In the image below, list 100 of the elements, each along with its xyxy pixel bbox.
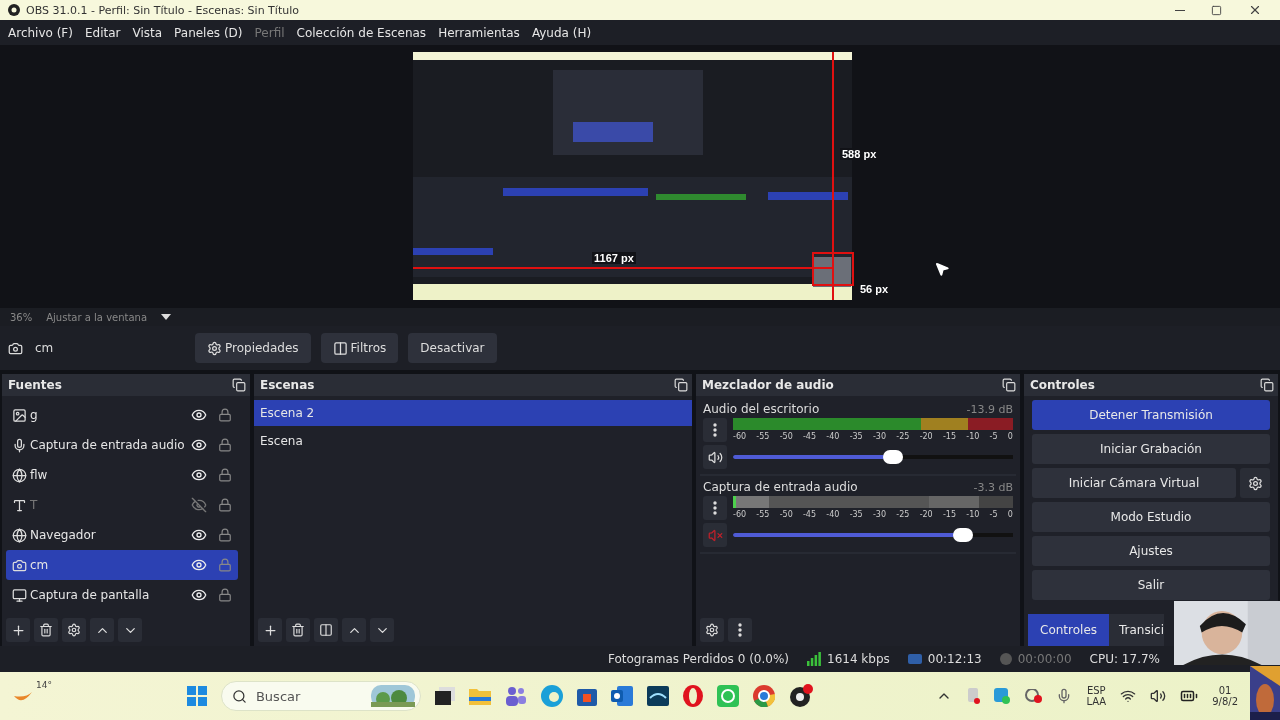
tray-app-icon[interactable] (1024, 689, 1043, 703)
source-item[interactable]: g (6, 400, 238, 430)
volume-icon[interactable] (1150, 688, 1167, 704)
move-down-button[interactable] (118, 618, 142, 642)
obs-logo-icon (8, 4, 20, 16)
add-button[interactable] (6, 618, 30, 642)
scale-label: -25 (896, 432, 910, 441)
settings-button[interactable] (700, 618, 724, 642)
settings-button[interactable] (62, 618, 86, 642)
trash-icon (291, 623, 305, 637)
mute-button[interactable] (703, 445, 727, 469)
zoom-mode[interactable]: Ajustar a la ventana (46, 311, 148, 323)
lock-icon[interactable] (218, 408, 232, 422)
caret-icon[interactable] (161, 314, 172, 320)
eye-icon[interactable] (191, 467, 207, 483)
eye-icon[interactable] (191, 587, 207, 603)
plus-icon (262, 622, 278, 638)
eye-off-icon[interactable] (191, 497, 207, 513)
menu-item[interactable]: Colección de Escenas (290, 25, 433, 40)
windows-logo-icon[interactable] (186, 686, 207, 706)
slider-thumb[interactable] (952, 528, 973, 542)
control-button[interactable]: Salir (1032, 570, 1270, 600)
control-button[interactable]: Modo Estudio (1032, 502, 1270, 532)
scene-item[interactable]: Escena 2 (254, 400, 692, 426)
opera-icon[interactable] (682, 685, 703, 707)
source-name: Navegador (30, 528, 97, 542)
filter-icon (332, 340, 348, 356)
lock-icon[interactable] (218, 438, 232, 452)
control-button[interactable]: Detener Transmisión (1032, 400, 1270, 430)
lock-icon[interactable] (218, 528, 232, 542)
globe-icon (12, 527, 27, 543)
selection-frame (812, 252, 854, 286)
control-button[interactable]: Ajustes (1032, 536, 1270, 566)
source-item[interactable]: Captura de entrada audio (6, 430, 238, 460)
source-item[interactable]: T (6, 490, 238, 520)
add-button[interactable] (258, 618, 282, 642)
menu-button[interactable] (703, 418, 727, 442)
scene-item[interactable]: Escena (254, 428, 692, 454)
tray-app-icon[interactable] (994, 688, 1011, 704)
delete-button[interactable] (286, 618, 310, 642)
streaming-app-icon[interactable] (646, 686, 669, 706)
chrome-icon[interactable] (752, 685, 775, 707)
lock-icon[interactable] (218, 468, 232, 482)
control-button[interactable]: Iniciar Grabación (1032, 434, 1270, 464)
signal-icon (807, 652, 821, 666)
lock-icon[interactable] (218, 498, 232, 512)
settings-button[interactable] (1240, 468, 1270, 498)
dock-tab[interactable]: Controles (1028, 614, 1109, 646)
window-icon[interactable] (434, 687, 455, 705)
store-icon[interactable] (576, 686, 597, 706)
float-icon[interactable] (1260, 378, 1274, 392)
menu-item[interactable]: Editar (78, 25, 127, 40)
menu-button[interactable] (728, 618, 752, 642)
browser-icon[interactable] (540, 685, 563, 707)
dock-tab[interactable]: Transici (1109, 614, 1164, 646)
gear-icon (207, 340, 222, 356)
menu-item[interactable]: Herramientas (432, 25, 526, 40)
float-icon[interactable] (674, 378, 688, 392)
menu-item[interactable]: Archivo (F) (2, 25, 79, 40)
obs-icon[interactable] (788, 684, 813, 708)
tray-app-icon[interactable] (966, 688, 981, 704)
source-item[interactable]: Captura de pantalla (6, 580, 238, 610)
move-up-button[interactable] (342, 618, 366, 642)
source-item[interactable]: cm (6, 550, 238, 580)
menu-item[interactable]: Paneles (D) (168, 25, 249, 40)
scale-label: -25 (896, 510, 910, 519)
scale-label: -50 (779, 510, 793, 519)
toolbar-button[interactable]: Propiedades (195, 333, 311, 363)
move-up-button[interactable] (90, 618, 114, 642)
people-icon[interactable] (504, 686, 527, 706)
menu-button[interactable] (703, 496, 727, 520)
eye-icon[interactable] (191, 527, 207, 543)
menu-item[interactable]: Vista (126, 25, 169, 40)
delete-button[interactable] (34, 618, 58, 642)
eye-icon[interactable] (191, 437, 207, 453)
source-item[interactable]: flw (6, 460, 238, 490)
wifi-icon[interactable] (1120, 688, 1137, 704)
clock[interactable]: 01 9/8/2 (1212, 685, 1238, 707)
filter-button[interactable] (314, 618, 338, 642)
move-down-button[interactable] (370, 618, 394, 642)
float-icon[interactable] (232, 378, 246, 392)
language-indicator[interactable]: ESP LAA (1086, 685, 1107, 707)
menu-item[interactable]: Ayuda (H) (525, 25, 598, 40)
toolbar-button[interactable]: Filtros (320, 333, 399, 363)
folder-icon[interactable] (468, 687, 491, 705)
scale-label: -20 (919, 432, 933, 441)
source-name: cm (30, 558, 50, 572)
record-icon (999, 653, 1012, 665)
mail-icon[interactable] (610, 686, 633, 706)
control-button[interactable]: Iniciar Cámara Virtual (1032, 468, 1236, 498)
dock-title: Escenas (260, 378, 315, 392)
scale-label: -35 (849, 432, 863, 441)
toolbar-button[interactable]: Desactivar (408, 333, 497, 363)
scale-label: -40 (826, 510, 840, 519)
float-icon[interactable] (1002, 378, 1016, 392)
eye-icon[interactable] (191, 557, 207, 573)
eye-icon[interactable] (191, 407, 207, 423)
slider-thumb[interactable] (882, 450, 903, 464)
lock-icon[interactable] (218, 588, 232, 602)
source-item[interactable]: Navegador (6, 520, 238, 550)
